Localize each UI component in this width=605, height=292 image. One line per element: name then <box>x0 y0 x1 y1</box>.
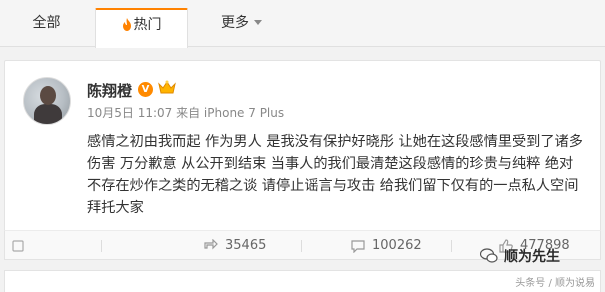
next-post-card <box>4 270 601 292</box>
tab-more[interactable]: 更多 <box>195 8 288 47</box>
post-meta: 10月5日 11:07 来自 iPhone 7 Plus <box>87 106 285 120</box>
repost-icon <box>204 239 218 250</box>
tab-hot-label: 热门 <box>133 17 162 33</box>
collect-icon <box>12 240 24 252</box>
post-content: 感情之初由我而起 作为男人 是我没有保护好晓彤 让她在这段感情里受到了诸多伤害 … <box>87 134 583 216</box>
crown-icon <box>158 80 176 94</box>
action-divider <box>301 240 302 252</box>
comment-icon <box>351 240 365 253</box>
tab-more-label: 更多 <box>221 15 249 31</box>
flame-icon <box>122 18 131 31</box>
chevron-down-icon <box>254 20 262 25</box>
watermark-label: 顺为先生 <box>504 249 560 265</box>
repost-count: 35465 <box>225 238 267 253</box>
avatar-body-shape <box>34 104 62 124</box>
avatar-head-shape <box>40 86 56 105</box>
author-name[interactable]: 陈翔橙 <box>87 80 132 101</box>
source-watermark: 头条号 / 顺为说易 <box>515 278 595 289</box>
wechat-icon <box>480 248 498 263</box>
action-divider <box>451 240 452 252</box>
tab-all-label: 全部 <box>32 15 61 31</box>
comment-count: 100262 <box>372 238 422 253</box>
tab-all[interactable]: 全部 <box>0 8 93 47</box>
avatar[interactable] <box>23 77 71 125</box>
action-divider <box>101 240 102 252</box>
tab-hot[interactable]: 热门 <box>95 8 188 48</box>
verified-badge-icon: V <box>138 82 153 97</box>
tab-bar: 全部 热门 更多 <box>0 0 605 48</box>
